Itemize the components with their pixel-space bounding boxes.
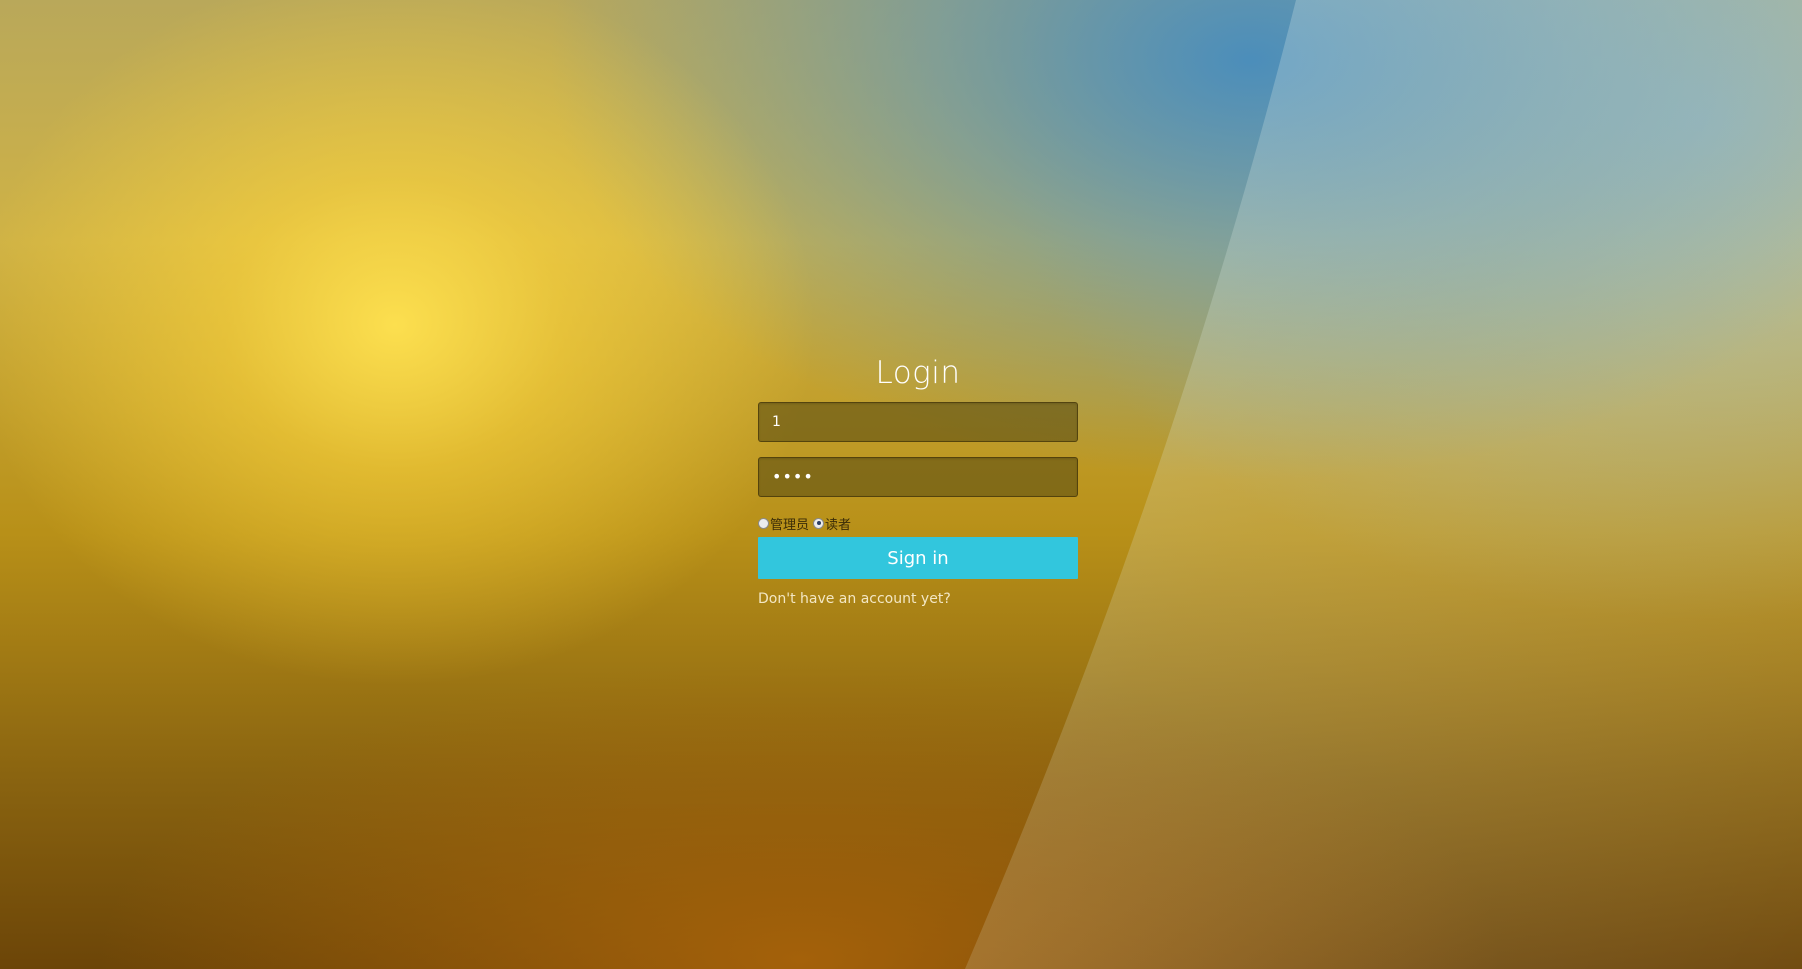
login-title: Login (875, 355, 961, 391)
role-radio-reader[interactable] (813, 517, 825, 529)
role-selector: 管理员 读者 (758, 513, 1078, 533)
sign-in-button[interactable]: Sign in (758, 537, 1078, 579)
login-form: Login 1 •••• 管理员 读者 Sign in Don't have a… (758, 352, 1078, 607)
register-link[interactable]: Don't have an account yet? (758, 591, 1078, 607)
role-radio-admin[interactable] (758, 517, 769, 529)
username-input[interactable]: 1 (758, 402, 1078, 442)
password-input[interactable]: •••• (758, 457, 1078, 497)
role-label-admin: 管理员 (770, 517, 810, 533)
role-label-reader: 读者 (825, 517, 852, 533)
